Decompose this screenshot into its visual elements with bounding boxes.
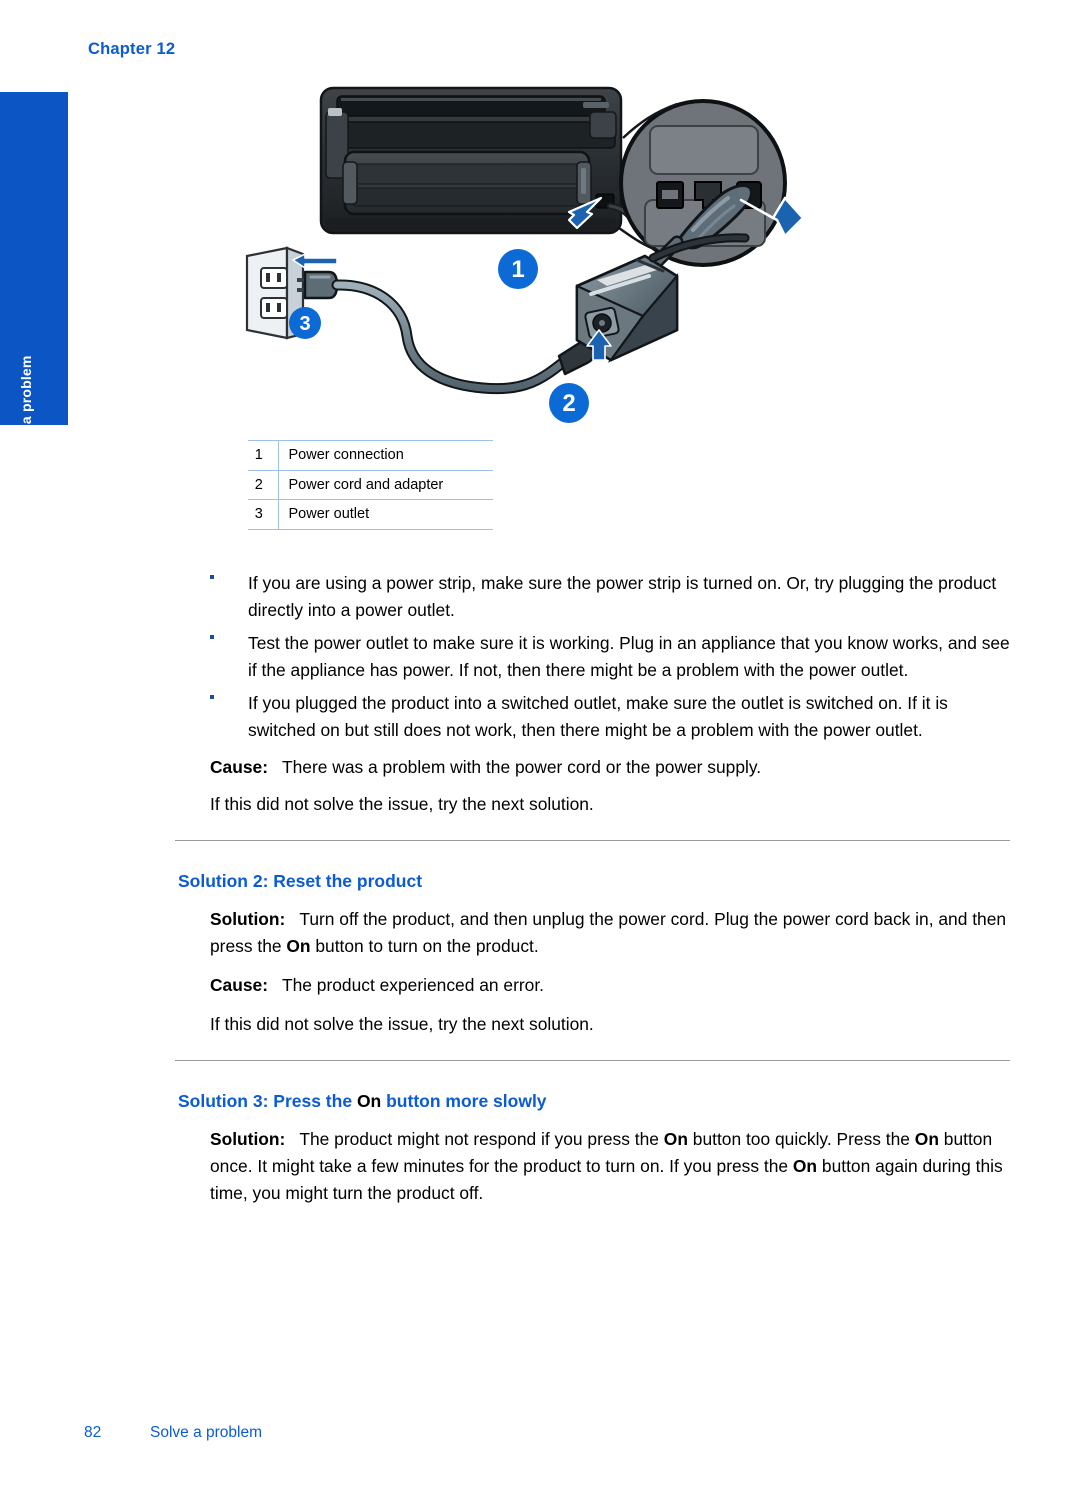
legend-number: 2	[248, 469, 279, 501]
legend-label: Power outlet	[278, 499, 493, 531]
section-divider	[175, 1059, 1010, 1061]
list-item-text: If you plugged the product into a switch…	[248, 692, 948, 740]
bullet-dot-icon	[210, 635, 214, 640]
on-button-keyword: On	[663, 1128, 688, 1149]
callout-2: 2	[549, 383, 589, 423]
solution-2-heading: Solution 2: Reset the product	[178, 870, 423, 891]
solution-3-body: Solution: The product might not respond i…	[0, 1126, 1080, 1207]
side-tab-label: Solve a problem	[18, 355, 34, 467]
bullet-dot-icon	[210, 695, 214, 700]
cause-label: Cause:	[210, 974, 268, 995]
solution-2-followup: If this did not solve the issue, try the…	[210, 1013, 594, 1034]
solution-3-heading-part-2: button more slowly	[381, 1090, 547, 1111]
solution-3-heading-part-1: Solution 3: Press the	[178, 1090, 357, 1111]
legend-number: 3	[248, 499, 279, 531]
cause-label: Cause:	[210, 756, 268, 777]
list-item: If you are using a power strip, make sur…	[0, 570, 1080, 624]
bullet-dot-icon	[210, 575, 214, 580]
followup-paragraph: If this did not solve the issue, try the…	[210, 793, 594, 814]
chapter-header: Chapter 12	[88, 40, 176, 58]
table-row: 3 Power outlet	[248, 499, 493, 531]
on-button-keyword: On	[356, 1090, 382, 1111]
solution-2-body: Solution: Turn off the product, and then …	[0, 906, 1080, 960]
cause-text: The product experienced an error.	[282, 974, 544, 995]
main-content: If you are using a power strip, make sur…	[0, 570, 1080, 1219]
side-tab-solve-a-problem: Solve a problem	[0, 92, 68, 467]
table-row: 1 Power connection	[248, 440, 493, 471]
page-number: 82	[84, 1424, 102, 1441]
legend-label: Power cord and adapter	[278, 469, 493, 501]
on-button-keyword: On	[792, 1155, 818, 1176]
section-divider	[175, 839, 1010, 841]
svg-text:1: 1	[511, 256, 524, 283]
legend-number: 1	[248, 440, 279, 471]
troubleshooting-bullet-list: If you are using a power strip, make sur…	[0, 570, 1080, 744]
solution-label: Solution:	[210, 1128, 286, 1149]
table-row: 2 Power cord and adapter	[248, 469, 493, 501]
power-cord	[331, 279, 567, 395]
illustration-legend-table: 1 Power connection 2 Power cord and adap…	[248, 440, 493, 531]
list-item-text: If you are using a power strip, make sur…	[248, 573, 997, 620]
solution-label: Solution:	[210, 908, 286, 929]
magnified-port-detail	[617, 99, 787, 279]
on-button-keyword: On	[914, 1128, 939, 1149]
list-item: If you plugged the product into a switch…	[0, 690, 1080, 744]
svg-text:3: 3	[299, 313, 310, 335]
list-item-text: Test the power outlet to make sure it is…	[248, 632, 1010, 680]
list-item: Test the power outlet to make sure it is…	[0, 630, 1080, 684]
svg-text:2: 2	[562, 390, 575, 417]
on-button-keyword: On	[286, 935, 311, 956]
legend-label: Power connection	[278, 440, 493, 471]
power-connection-illustration: 1 2 3	[225, 78, 825, 428]
footer-section-title: Solve a problem	[150, 1424, 263, 1441]
solution-3-text-b: button too quickly. Press the	[687, 1128, 915, 1149]
callout-1: 1	[498, 249, 538, 289]
solution-3-heading: Solution 3: Press the On button more slo…	[0, 1091, 1080, 1112]
solution-text-part-2: button to turn on the product.	[310, 935, 539, 956]
solution-3-text-a: The product might not respond if you pre…	[299, 1128, 664, 1149]
cause-paragraph: Cause: There was a problem with the power…	[0, 754, 1080, 781]
callout-3: 3	[289, 307, 321, 339]
solution-2-cause: Cause: The product experienced an error.	[0, 972, 1080, 999]
cause-text: There was a problem with the power cord …	[282, 756, 762, 777]
